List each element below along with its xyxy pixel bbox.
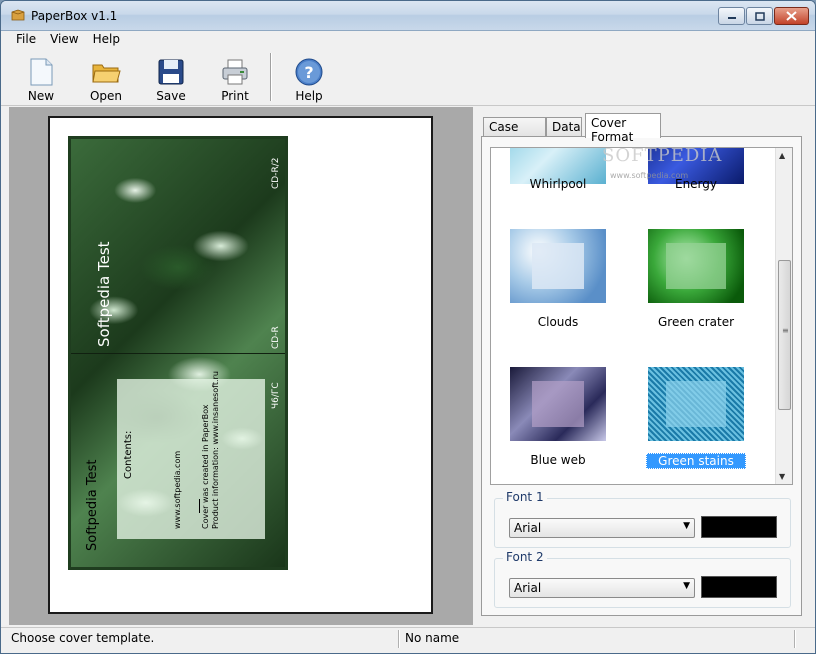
- close-icon: [786, 11, 797, 21]
- floppy-disk-icon: [158, 59, 184, 85]
- toolbar: New Open Save Print ? Help: [1, 49, 815, 106]
- scrollbar-thumb[interactable]: ≡: [778, 260, 791, 410]
- cover-spine-label-b: CD-R: [271, 326, 281, 349]
- cover-fold-line: [71, 353, 285, 354]
- window-title: PaperBox v1.1: [31, 9, 118, 23]
- maximize-icon: [754, 11, 765, 21]
- font1-color-swatch[interactable]: [701, 516, 777, 538]
- template-thumbnail: [510, 229, 606, 303]
- chevron-down-icon: ▼: [683, 581, 690, 591]
- status-bar: Choose cover template. No name: [1, 627, 815, 653]
- menu-bar: File View Help: [1, 31, 815, 49]
- svg-text:?: ?: [304, 63, 313, 82]
- status-message: Choose cover template.: [11, 631, 155, 645]
- close-button[interactable]: [774, 7, 809, 25]
- title-bar[interactable]: PaperBox v1.1: [1, 1, 815, 31]
- inlay-made-with: Cover was created in PaperBox: [201, 404, 210, 529]
- preview-page: Softpedia Test CD-R/2 CD-R Ч6/ГС Softped…: [48, 116, 433, 614]
- open-button-label: Open: [89, 89, 123, 103]
- template-caption: Blue web: [530, 453, 586, 467]
- watermark-logo: SOFTPEDIA: [602, 145, 723, 166]
- printer-icon: [222, 59, 248, 85]
- watermark-url: www.softpedia.com: [610, 171, 689, 180]
- chevron-down-icon: ▼: [683, 521, 690, 531]
- cover-title: Softpedia Test: [95, 241, 113, 347]
- cover-spine-label-a: CD-R/2: [271, 157, 281, 189]
- menu-file[interactable]: File: [9, 31, 43, 49]
- font2-label: Font 2: [503, 550, 547, 564]
- cover-spine-label-c: Ч6/ГС: [271, 382, 281, 409]
- print-button[interactable]: Print: [205, 53, 265, 103]
- status-separator: [794, 630, 796, 648]
- menu-help[interactable]: Help: [86, 31, 127, 49]
- font2-value: Arial: [514, 581, 542, 595]
- settings-panel: Case Type Data Cover Format Whirlpool En…: [473, 107, 809, 625]
- maximize-button[interactable]: [746, 7, 773, 25]
- font1-select[interactable]: Arial ▼: [509, 518, 695, 538]
- back-cover-inlay: Contents: www.softpedia.com Cover was cr…: [117, 371, 265, 539]
- scroll-down-icon[interactable]: ▼: [779, 472, 785, 481]
- font1-label: Font 1: [503, 490, 547, 504]
- help-question-icon: ?: [295, 58, 323, 86]
- app-icon: [11, 9, 25, 21]
- inlay-url: www.softpedia.com: [173, 450, 182, 529]
- cover-format-tab-body: Whirlpool Energy Clouds Green crater Blu…: [481, 136, 802, 616]
- template-thumbnail: [510, 367, 606, 441]
- template-list: Whirlpool Energy Clouds Green crater Blu…: [490, 147, 793, 485]
- template-caption: Green crater: [657, 315, 735, 329]
- template-thumbnail: [648, 367, 744, 441]
- font1-group: Font 1 Arial ▼: [494, 490, 791, 548]
- font2-group: Font 2 Arial ▼: [494, 550, 791, 608]
- app-window: PaperBox v1.1 File View Help New Open Sa…: [0, 0, 816, 654]
- template-caption: Clouds: [537, 315, 579, 329]
- tab-data[interactable]: Data: [546, 117, 582, 137]
- toolbar-separator: [270, 53, 272, 101]
- inlay-product-info: Product information: www.insanesoft.ru: [211, 371, 220, 529]
- scroll-up-icon[interactable]: ▲: [779, 151, 785, 160]
- new-document-icon: [30, 58, 53, 86]
- back-cover-title: Softpedia Test: [85, 459, 100, 551]
- template-scrollbar[interactable]: ▲ ≡ ▼: [775, 148, 792, 484]
- template-thumbnail: [648, 229, 744, 303]
- inlay-rule: [199, 499, 200, 513]
- tab-case-type[interactable]: Case Type: [483, 117, 546, 148]
- inlay-contents-label: Contents:: [123, 430, 134, 479]
- tab-cover-format[interactable]: Cover Format: [585, 113, 661, 144]
- font2-select[interactable]: Arial ▼: [509, 578, 695, 598]
- new-button-label: New: [27, 89, 55, 103]
- menu-view[interactable]: View: [43, 31, 85, 49]
- cover-preview-area: Softpedia Test CD-R/2 CD-R Ч6/ГС Softped…: [9, 107, 473, 625]
- scrollbar-grip-icon: ≡: [782, 326, 789, 335]
- status-document-name: No name: [405, 631, 460, 645]
- print-button-label: Print: [221, 89, 249, 103]
- cover-preview[interactable]: Softpedia Test CD-R/2 CD-R Ч6/ГС Softped…: [68, 136, 288, 570]
- help-button-label: Help: [295, 89, 323, 103]
- font2-color-swatch[interactable]: [701, 576, 777, 598]
- save-button-label: Save: [156, 89, 186, 103]
- minimize-icon: [727, 17, 736, 19]
- minimize-button[interactable]: [718, 7, 745, 25]
- save-button[interactable]: Save: [141, 53, 201, 103]
- new-button[interactable]: New: [11, 53, 71, 103]
- template-caption-selected: Green stains: [646, 453, 746, 469]
- template-caption: Whirlpool: [529, 177, 587, 191]
- open-button[interactable]: Open: [76, 53, 136, 103]
- help-button[interactable]: ? Help: [279, 53, 339, 103]
- font1-value: Arial: [514, 521, 542, 535]
- open-folder-icon: [92, 64, 121, 83]
- status-separator: [398, 630, 400, 648]
